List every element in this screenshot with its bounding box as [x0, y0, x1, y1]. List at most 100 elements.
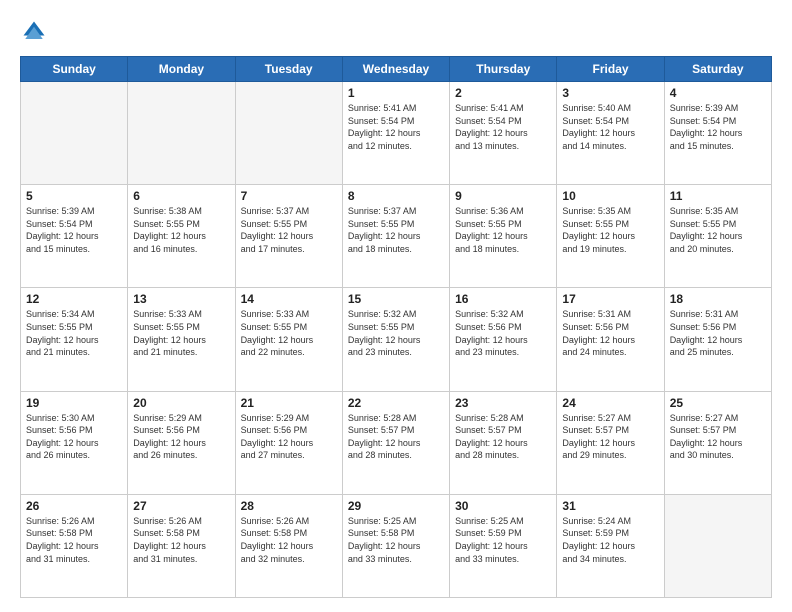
logo [20, 18, 52, 46]
day-info: Sunrise: 5:30 AM Sunset: 5:56 PM Dayligh… [26, 412, 122, 462]
day-number: 1 [348, 86, 444, 100]
calendar-cell: 20 Sunrise: 5:29 AM Sunset: 5:56 PM Dayli… [128, 391, 235, 494]
day-info: Sunrise: 5:36 AM Sunset: 5:55 PM Dayligh… [455, 205, 551, 255]
calendar-cell: 22 Sunrise: 5:28 AM Sunset: 5:57 PM Dayli… [342, 391, 449, 494]
calendar-cell: 15 Sunrise: 5:32 AM Sunset: 5:55 PM Dayli… [342, 288, 449, 391]
calendar-cell: 19 Sunrise: 5:30 AM Sunset: 5:56 PM Dayli… [21, 391, 128, 494]
calendar-cell: 21 Sunrise: 5:29 AM Sunset: 5:56 PM Dayli… [235, 391, 342, 494]
calendar-cell: 6 Sunrise: 5:38 AM Sunset: 5:55 PM Daylig… [128, 185, 235, 288]
calendar-cell: 29 Sunrise: 5:25 AM Sunset: 5:58 PM Dayli… [342, 494, 449, 597]
day-number: 19 [26, 396, 122, 410]
calendar-cell: 24 Sunrise: 5:27 AM Sunset: 5:57 PM Dayli… [557, 391, 664, 494]
day-info: Sunrise: 5:25 AM Sunset: 5:58 PM Dayligh… [348, 515, 444, 565]
weekday-header: Monday [128, 57, 235, 82]
calendar-cell: 13 Sunrise: 5:33 AM Sunset: 5:55 PM Dayli… [128, 288, 235, 391]
day-info: Sunrise: 5:41 AM Sunset: 5:54 PM Dayligh… [348, 102, 444, 152]
calendar-cell [21, 82, 128, 185]
day-number: 12 [26, 292, 122, 306]
calendar-cell: 23 Sunrise: 5:28 AM Sunset: 5:57 PM Dayli… [450, 391, 557, 494]
calendar-cell: 16 Sunrise: 5:32 AM Sunset: 5:56 PM Dayli… [450, 288, 557, 391]
day-number: 9 [455, 189, 551, 203]
day-number: 21 [241, 396, 337, 410]
day-info: Sunrise: 5:26 AM Sunset: 5:58 PM Dayligh… [26, 515, 122, 565]
day-number: 13 [133, 292, 229, 306]
calendar: SundayMondayTuesdayWednesdayThursdayFrid… [20, 56, 772, 598]
weekday-header: Thursday [450, 57, 557, 82]
day-number: 18 [670, 292, 766, 306]
day-info: Sunrise: 5:39 AM Sunset: 5:54 PM Dayligh… [26, 205, 122, 255]
day-info: Sunrise: 5:41 AM Sunset: 5:54 PM Dayligh… [455, 102, 551, 152]
weekday-header: Tuesday [235, 57, 342, 82]
day-info: Sunrise: 5:28 AM Sunset: 5:57 PM Dayligh… [348, 412, 444, 462]
day-info: Sunrise: 5:39 AM Sunset: 5:54 PM Dayligh… [670, 102, 766, 152]
day-info: Sunrise: 5:26 AM Sunset: 5:58 PM Dayligh… [133, 515, 229, 565]
calendar-cell: 25 Sunrise: 5:27 AM Sunset: 5:57 PM Dayli… [664, 391, 771, 494]
day-info: Sunrise: 5:27 AM Sunset: 5:57 PM Dayligh… [562, 412, 658, 462]
day-number: 8 [348, 189, 444, 203]
day-info: Sunrise: 5:32 AM Sunset: 5:55 PM Dayligh… [348, 308, 444, 358]
weekday-header: Sunday [21, 57, 128, 82]
calendar-cell: 9 Sunrise: 5:36 AM Sunset: 5:55 PM Daylig… [450, 185, 557, 288]
day-number: 10 [562, 189, 658, 203]
calendar-cell: 3Sunrise: 5:40 AM Sunset: 5:54 PM Daylig… [557, 82, 664, 185]
day-info: Sunrise: 5:35 AM Sunset: 5:55 PM Dayligh… [562, 205, 658, 255]
day-info: Sunrise: 5:28 AM Sunset: 5:57 PM Dayligh… [455, 412, 551, 462]
calendar-cell: 1 Sunrise: 5:41 AM Sunset: 5:54 PM Daylig… [342, 82, 449, 185]
day-info: Sunrise: 5:32 AM Sunset: 5:56 PM Dayligh… [455, 308, 551, 358]
calendar-cell [235, 82, 342, 185]
day-info: Sunrise: 5:24 AM Sunset: 5:59 PM Dayligh… [562, 515, 658, 565]
day-info: Sunrise: 5:31 AM Sunset: 5:56 PM Dayligh… [562, 308, 658, 358]
day-number: 7 [241, 189, 337, 203]
day-info: Sunrise: 5:27 AM Sunset: 5:57 PM Dayligh… [670, 412, 766, 462]
day-info: Sunrise: 5:29 AM Sunset: 5:56 PM Dayligh… [241, 412, 337, 462]
weekday-header: Saturday [664, 57, 771, 82]
day-info: Sunrise: 5:33 AM Sunset: 5:55 PM Dayligh… [241, 308, 337, 358]
day-number: 24 [562, 396, 658, 410]
day-number: 22 [348, 396, 444, 410]
day-info: Sunrise: 5:35 AM Sunset: 5:55 PM Dayligh… [670, 205, 766, 255]
day-number: 20 [133, 396, 229, 410]
calendar-cell: 8 Sunrise: 5:37 AM Sunset: 5:55 PM Daylig… [342, 185, 449, 288]
day-info: Sunrise: 5:38 AM Sunset: 5:55 PM Dayligh… [133, 205, 229, 255]
calendar-cell: 5Sunrise: 5:39 AM Sunset: 5:54 PM Daylig… [21, 185, 128, 288]
day-number: 6 [133, 189, 229, 203]
day-number: 29 [348, 499, 444, 513]
day-info: Sunrise: 5:37 AM Sunset: 5:55 PM Dayligh… [348, 205, 444, 255]
calendar-cell: 12Sunrise: 5:34 AM Sunset: 5:55 PM Dayli… [21, 288, 128, 391]
day-number: 30 [455, 499, 551, 513]
day-number: 25 [670, 396, 766, 410]
day-info: Sunrise: 5:25 AM Sunset: 5:59 PM Dayligh… [455, 515, 551, 565]
page: SundayMondayTuesdayWednesdayThursdayFrid… [0, 0, 792, 612]
day-number: 2 [455, 86, 551, 100]
calendar-cell: 2 Sunrise: 5:41 AM Sunset: 5:54 PM Daylig… [450, 82, 557, 185]
calendar-cell: 10 Sunrise: 5:35 AM Sunset: 5:55 PM Dayli… [557, 185, 664, 288]
day-info: Sunrise: 5:37 AM Sunset: 5:55 PM Dayligh… [241, 205, 337, 255]
day-number: 27 [133, 499, 229, 513]
day-number: 17 [562, 292, 658, 306]
calendar-cell: 30 Sunrise: 5:25 AM Sunset: 5:59 PM Dayli… [450, 494, 557, 597]
calendar-cell: 4 Sunrise: 5:39 AM Sunset: 5:54 PM Daylig… [664, 82, 771, 185]
day-number: 4 [670, 86, 766, 100]
calendar-cell: 17 Sunrise: 5:31 AM Sunset: 5:56 PM Dayli… [557, 288, 664, 391]
calendar-cell: 31 Sunrise: 5:24 AM Sunset: 5:59 PM Dayli… [557, 494, 664, 597]
calendar-cell: 7 Sunrise: 5:37 AM Sunset: 5:55 PM Daylig… [235, 185, 342, 288]
calendar-cell [664, 494, 771, 597]
day-number: 28 [241, 499, 337, 513]
day-number: 31 [562, 499, 658, 513]
day-number: 11 [670, 189, 766, 203]
day-number: 16 [455, 292, 551, 306]
day-number: 15 [348, 292, 444, 306]
header [20, 18, 772, 46]
day-info: Sunrise: 5:31 AM Sunset: 5:56 PM Dayligh… [670, 308, 766, 358]
day-number: 23 [455, 396, 551, 410]
calendar-cell: 11 Sunrise: 5:35 AM Sunset: 5:55 PM Dayli… [664, 185, 771, 288]
day-info: Sunrise: 5:33 AM Sunset: 5:55 PM Dayligh… [133, 308, 229, 358]
calendar-cell: 14Sunrise: 5:33 AM Sunset: 5:55 PM Dayli… [235, 288, 342, 391]
weekday-header: Friday [557, 57, 664, 82]
calendar-cell: 18 Sunrise: 5:31 AM Sunset: 5:56 PM Dayli… [664, 288, 771, 391]
logo-icon [20, 18, 48, 46]
day-info: Sunrise: 5:26 AM Sunset: 5:58 PM Dayligh… [241, 515, 337, 565]
day-info: Sunrise: 5:29 AM Sunset: 5:56 PM Dayligh… [133, 412, 229, 462]
day-number: 3 [562, 86, 658, 100]
calendar-cell: 27 Sunrise: 5:26 AM Sunset: 5:58 PM Dayli… [128, 494, 235, 597]
